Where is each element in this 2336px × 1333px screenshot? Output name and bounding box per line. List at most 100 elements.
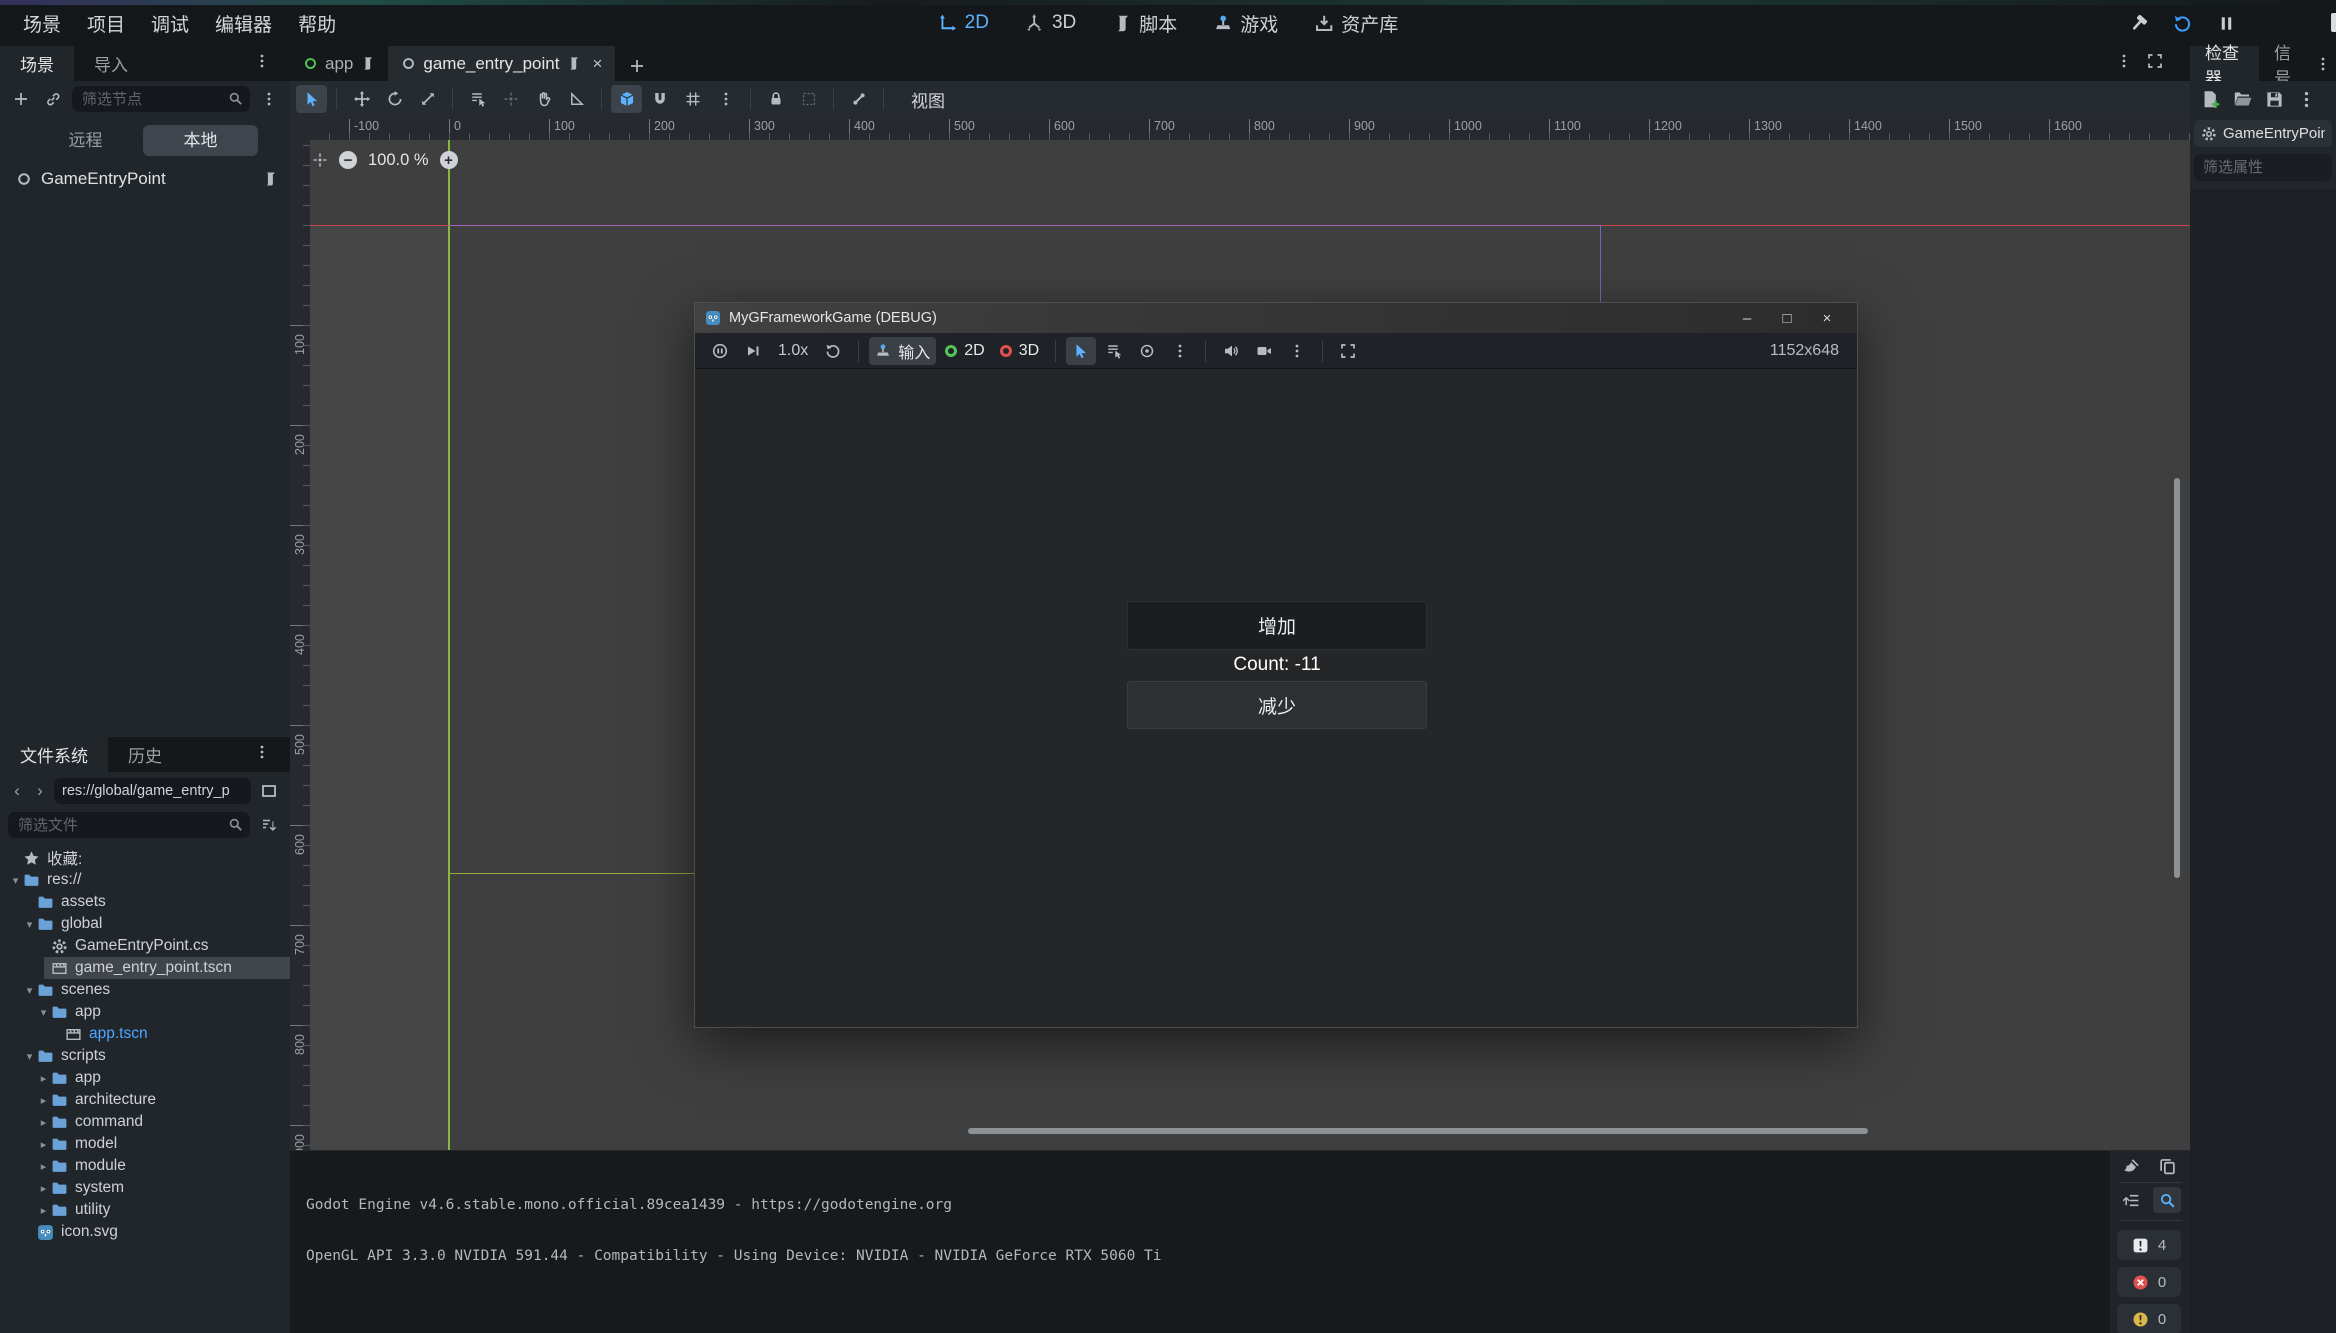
tool-camera-button[interactable] [1249,337,1279,365]
tool-pick-button[interactable] [495,85,526,113]
local-button[interactable]: 本地 [143,125,258,156]
chevron-right-icon[interactable]: ▸ [36,1116,51,1129]
cutoff-stop-icon[interactable] [2331,13,2336,32]
distraction-free-icon[interactable] [2147,53,2163,69]
filter-properties-input[interactable] [2194,154,2332,181]
tool-lock-button[interactable] [760,85,791,113]
nav-forward-icon[interactable]: › [31,781,49,801]
file-tree-item-utility[interactable]: ▸utility [0,1199,290,1221]
file-tree-item-scenes[interactable]: ▾scenes [0,979,290,1001]
close-button[interactable]: × [1807,303,1847,333]
tool-dots-button[interactable] [1282,337,1312,365]
tool-group-button[interactable] [793,85,824,113]
switch-脚本[interactable]: 脚本 [1112,10,1177,37]
sort-files-button[interactable] [256,812,282,838]
tool-dots-button[interactable] [710,85,741,113]
tool-cube-button[interactable] [611,85,642,113]
view-menu-button[interactable]: 视图 [901,85,955,114]
tab-inspector[interactable]: 检查器 [2190,46,2259,81]
tool-fullscreen-button[interactable] [1333,337,1363,365]
tool-listsel-button[interactable] [462,85,493,113]
3D-button[interactable]: 3D [994,337,1045,365]
tool-select-button[interactable] [1066,337,1096,365]
tool-scale-button[interactable] [412,85,443,113]
search-output-button[interactable] [2153,1187,2181,1213]
tool-dots-button[interactable] [1165,337,1195,365]
attached-script-icon[interactable] [262,171,278,187]
chevron-right-icon[interactable]: ▸ [36,1204,51,1217]
output-log[interactable]: Godot Engine v4.6.stable.mono.official.8… [290,1150,2110,1333]
tab-history[interactable]: 历史 [108,737,182,772]
new-resource-icon[interactable] [2201,90,2220,109]
game-debug-window[interactable]: MyGFrameworkGame (DEBUG) – □ × 1.0x输入2D3… [694,302,1858,1028]
file-tree-item-app[interactable]: ▸app [0,1067,290,1089]
inspector-menu-icon[interactable] [2297,90,2316,109]
clear-output-button[interactable] [2117,1153,2145,1179]
tab-scene-dock[interactable]: 场景 [0,46,74,81]
instance-scene-button[interactable] [40,86,66,112]
filter-files-input[interactable] [8,812,250,838]
file-tree-item-[interactable]: 收藏: [0,847,290,869]
collapse-messages-button[interactable] [2117,1187,2145,1213]
tool-ruler-button[interactable] [561,85,592,113]
playback-speed[interactable]: 1.0x [771,342,815,360]
tool-magnet-button[interactable] [644,85,675,113]
file-tree-item-scripts[interactable]: ▾scripts [0,1045,290,1067]
pause-button[interactable] [2212,9,2240,37]
tool-suspend-button[interactable] [705,337,735,365]
errors-count-badge[interactable]: 0 [2117,1267,2181,1297]
chevron-right-icon[interactable]: ▸ [36,1072,51,1085]
file-tree-item-module[interactable]: ▸module [0,1155,290,1177]
file-tree-item-res[interactable]: ▾res:// [0,869,290,891]
zoom-level[interactable]: 100.0 % [368,151,429,170]
file-tree-item-model[interactable]: ▸model [0,1133,290,1155]
tool-nextframe-button[interactable] [738,337,768,365]
menu-help[interactable]: 帮助 [285,5,349,42]
menu-scene[interactable]: 场景 [10,5,74,42]
tool-move-button[interactable] [346,85,377,113]
chevron-right-icon[interactable]: ▸ [36,1182,51,1195]
copy-output-button[interactable] [2153,1153,2181,1179]
current-path-input[interactable] [54,778,251,804]
tool-select-button[interactable] [296,85,327,113]
remote-button[interactable]: 远程 [28,125,143,156]
switch-游戏[interactable]: 游戏 [1213,10,1278,37]
tool-target-button[interactable] [1132,337,1162,365]
file-tree-item-command[interactable]: ▸command [0,1111,290,1133]
nav-back-icon[interactable]: ‹ [8,781,26,801]
chevron-down-icon[interactable]: ▾ [22,918,37,931]
file-tree-item-gameentrypoint.tscn[interactable]: game_entry_point.tscn [0,957,290,979]
save-resource-icon[interactable] [2265,90,2284,109]
center-view-icon[interactable] [312,152,328,168]
warnings-count-badge[interactable]: 0 [2117,1304,2181,1333]
restart-button[interactable] [2168,9,2196,37]
file-tree-item-app[interactable]: ▾app [0,1001,290,1023]
tool-pan-button[interactable] [528,85,559,113]
chevron-down-icon[interactable]: ▾ [36,1006,51,1019]
chevron-right-icon[interactable]: ▸ [36,1160,51,1173]
tool-grid-button[interactable] [677,85,708,113]
tool-bone-button[interactable] [843,85,874,113]
tab-filesystem[interactable]: 文件系统 [0,737,108,772]
horizontal-scrollbar[interactable] [968,1128,1868,1134]
file-tree-item-assets[interactable]: assets [0,891,290,913]
file-tree-item-global[interactable]: ▾global [0,913,290,935]
scene-tree-root-node[interactable]: GameEntryPoint [0,165,290,192]
scene-tabs-menu-icon[interactable] [2116,53,2132,69]
file-tree-item-system[interactable]: ▸system [0,1177,290,1199]
load-resource-icon[interactable] [2233,90,2252,109]
decrease-button[interactable]: 减少 [1127,681,1427,729]
filter-nodes-input[interactable] [72,86,250,112]
file-tree-item-app.tscn[interactable]: app.tscn [0,1023,290,1045]
add-scene-tab-icon[interactable] [629,58,645,74]
chevron-right-icon[interactable]: ▸ [36,1094,51,1107]
build-button[interactable] [2124,9,2152,37]
tab-import-dock[interactable]: 导入 [74,46,148,81]
tool-reset-button[interactable] [818,337,848,365]
scene-dock-menu-icon[interactable] [254,53,270,69]
game-window-titlebar[interactable]: MyGFrameworkGame (DEBUG) – □ × [695,303,1857,333]
vertical-scrollbar[interactable] [2174,478,2180,878]
menu-project[interactable]: 项目 [74,5,138,42]
add-node-button[interactable] [8,86,34,112]
increase-button[interactable]: 增加 [1127,601,1427,650]
